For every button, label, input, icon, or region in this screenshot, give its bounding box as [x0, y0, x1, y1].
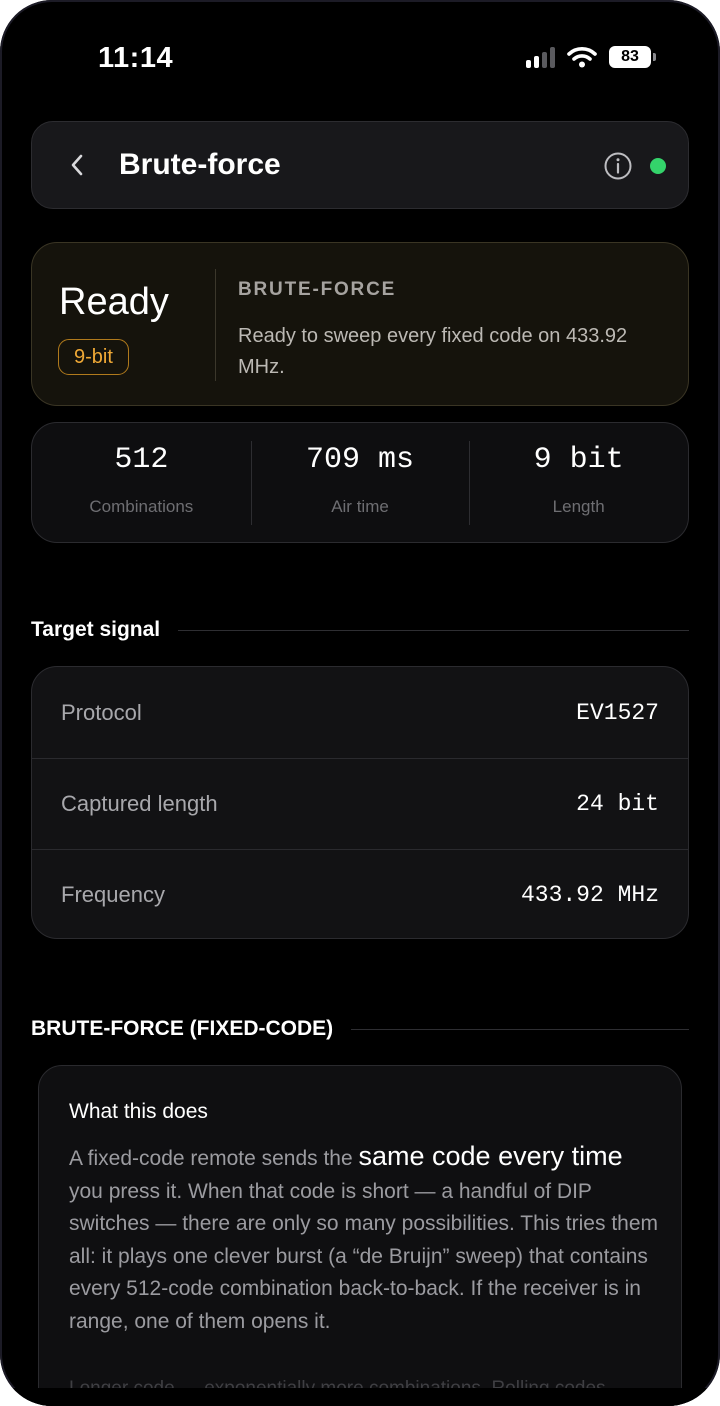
stat-label: Length	[552, 497, 605, 516]
bit-length-badge: 9-bit	[58, 339, 129, 375]
status-time: 11:14	[98, 42, 174, 74]
status-bar: 11:14 83	[0, 0, 720, 110]
section-title-text: BRUTE-FORCE (FIXED-CODE)	[31, 1017, 334, 1040]
status-description: Ready to sweep every fixed code on 433.9…	[238, 325, 628, 378]
target-value: 433.92 MHz	[520, 882, 659, 908]
stat-value: 9 bit	[533, 443, 624, 477]
battery-icon: 83	[609, 46, 656, 68]
back-button[interactable]	[62, 148, 92, 182]
stat-air-time: 709 ms Air time	[250, 423, 470, 542]
target-key: Captured length	[61, 791, 218, 816]
stat-label: Air time	[331, 497, 389, 516]
section-title-text: Target signal	[31, 618, 161, 641]
top-bar: Brute-force	[31, 121, 689, 209]
section-title-target: Target signal	[31, 618, 689, 642]
stat-value: 709 ms	[305, 443, 415, 477]
live-status-dot	[650, 158, 666, 174]
target-key: Frequency	[61, 882, 165, 907]
target-row-captured-length: Captured length 24 bit	[32, 758, 688, 849]
wifi-icon	[567, 47, 597, 68]
section-rule	[178, 629, 689, 631]
info-icon[interactable]	[602, 150, 634, 182]
stat-label: Combinations	[89, 497, 194, 516]
signal-icon	[526, 46, 555, 68]
mode-kicker: BRUTE-FORCE	[238, 279, 397, 300]
section-rule	[351, 1028, 689, 1030]
status-card: Ready 9-bit BRUTE-FORCE Ready to sweep e…	[31, 242, 689, 406]
explanation-title: What this does	[69, 1100, 208, 1123]
stat-combinations: 512 Combinations	[32, 423, 251, 542]
body-text: A fixed-code remote sends the	[69, 1147, 359, 1170]
stat-length: 9 bit Length	[469, 423, 688, 542]
phone-screen: 11:14 83 Brute-force Ready 9-bit BRUTE-F…	[0, 0, 720, 1406]
stat-value: 512	[114, 443, 169, 477]
body-text: you press it. When that code is short — …	[69, 1179, 659, 1333]
explanation-card: What this does A fixed-code remote sends…	[38, 1065, 682, 1406]
target-row-protocol: Protocol EV1527	[32, 667, 688, 758]
stats-card: 512 Combinations 709 ms Air time 9 bit L…	[31, 422, 689, 543]
state-label: Ready	[59, 281, 169, 323]
section-title-brute-force: BRUTE-FORCE (FIXED-CODE)	[31, 1017, 689, 1041]
bottom-edge	[0, 1388, 720, 1406]
target-row-frequency: Frequency 433.92 MHz	[32, 849, 688, 938]
status-icons: 83	[526, 46, 656, 68]
target-key: Protocol	[61, 699, 142, 725]
page-title: Brute-force	[119, 148, 281, 181]
card-divider	[215, 269, 216, 381]
target-signal-card: Protocol EV1527 Captured length 24 bit F…	[31, 666, 689, 939]
chevron-left-icon	[71, 154, 83, 176]
explanation-body: A fixed-code remote sends the same code …	[69, 1140, 661, 1338]
body-emphasis: same code every time	[358, 1141, 623, 1171]
target-value: 24 bit	[576, 791, 659, 817]
battery-level: 83	[609, 46, 651, 68]
target-value: EV1527	[576, 699, 659, 726]
